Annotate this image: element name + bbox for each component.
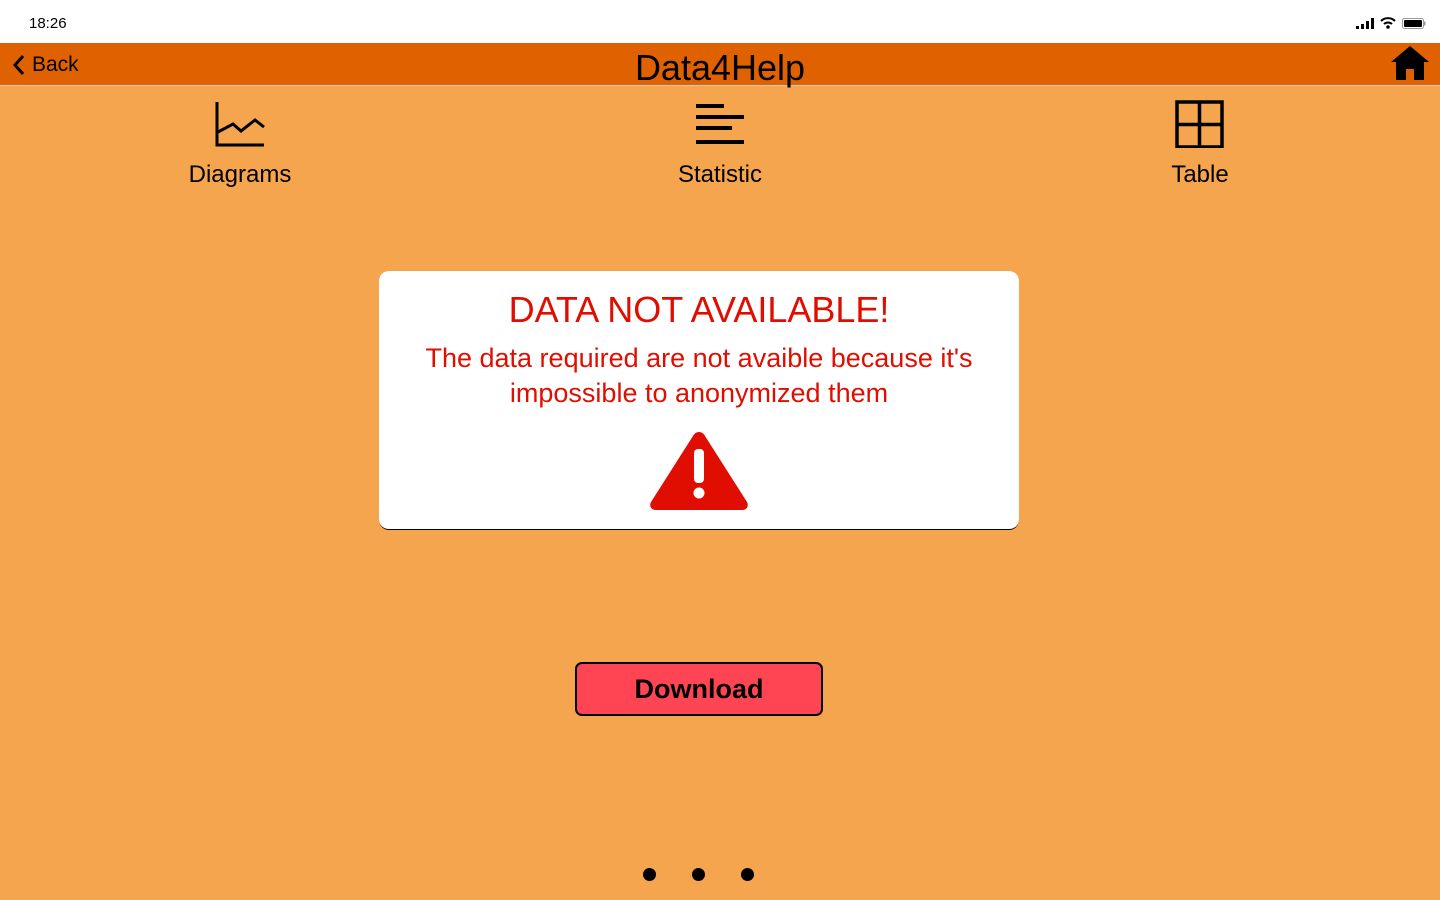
download-button[interactable]: Download (575, 662, 823, 716)
grid-icon (1175, 100, 1224, 149)
status-time: 18:26 (29, 15, 67, 32)
wifi-icon (1380, 17, 1396, 29)
battery-icon (1402, 17, 1426, 29)
page-indicator (643, 868, 754, 881)
page-dot[interactable] (643, 868, 656, 881)
status-icons (1356, 17, 1426, 29)
signal-icon (1356, 17, 1374, 29)
alert-title: DATA NOT AVAILABLE! (508, 289, 890, 330)
list-icon (696, 104, 744, 144)
tab-table[interactable]: Table (1100, 100, 1300, 189)
tab-label: Statistic (677, 161, 763, 188)
warning-icon (650, 432, 748, 510)
line-chart-icon (215, 102, 265, 147)
home-icon[interactable] (1390, 45, 1430, 81)
tab-diagrams[interactable]: Diagrams (140, 100, 340, 189)
page-dot[interactable] (692, 868, 705, 881)
data-unavailable-alert: DATA NOT AVAILABLE! The data required ar… (379, 271, 1019, 530)
page-dot[interactable] (741, 868, 754, 881)
page-title: Data4Help (634, 47, 806, 88)
tab-statistic[interactable]: Statistic (620, 100, 820, 189)
nav-bar: Back Data4Help (0, 43, 1440, 88)
tab-label: Table (1171, 161, 1229, 188)
status-bar: 18:26 (0, 0, 1440, 43)
tab-label: Diagrams (188, 161, 292, 188)
alert-message: The data required are not avaible becaus… (425, 343, 973, 408)
